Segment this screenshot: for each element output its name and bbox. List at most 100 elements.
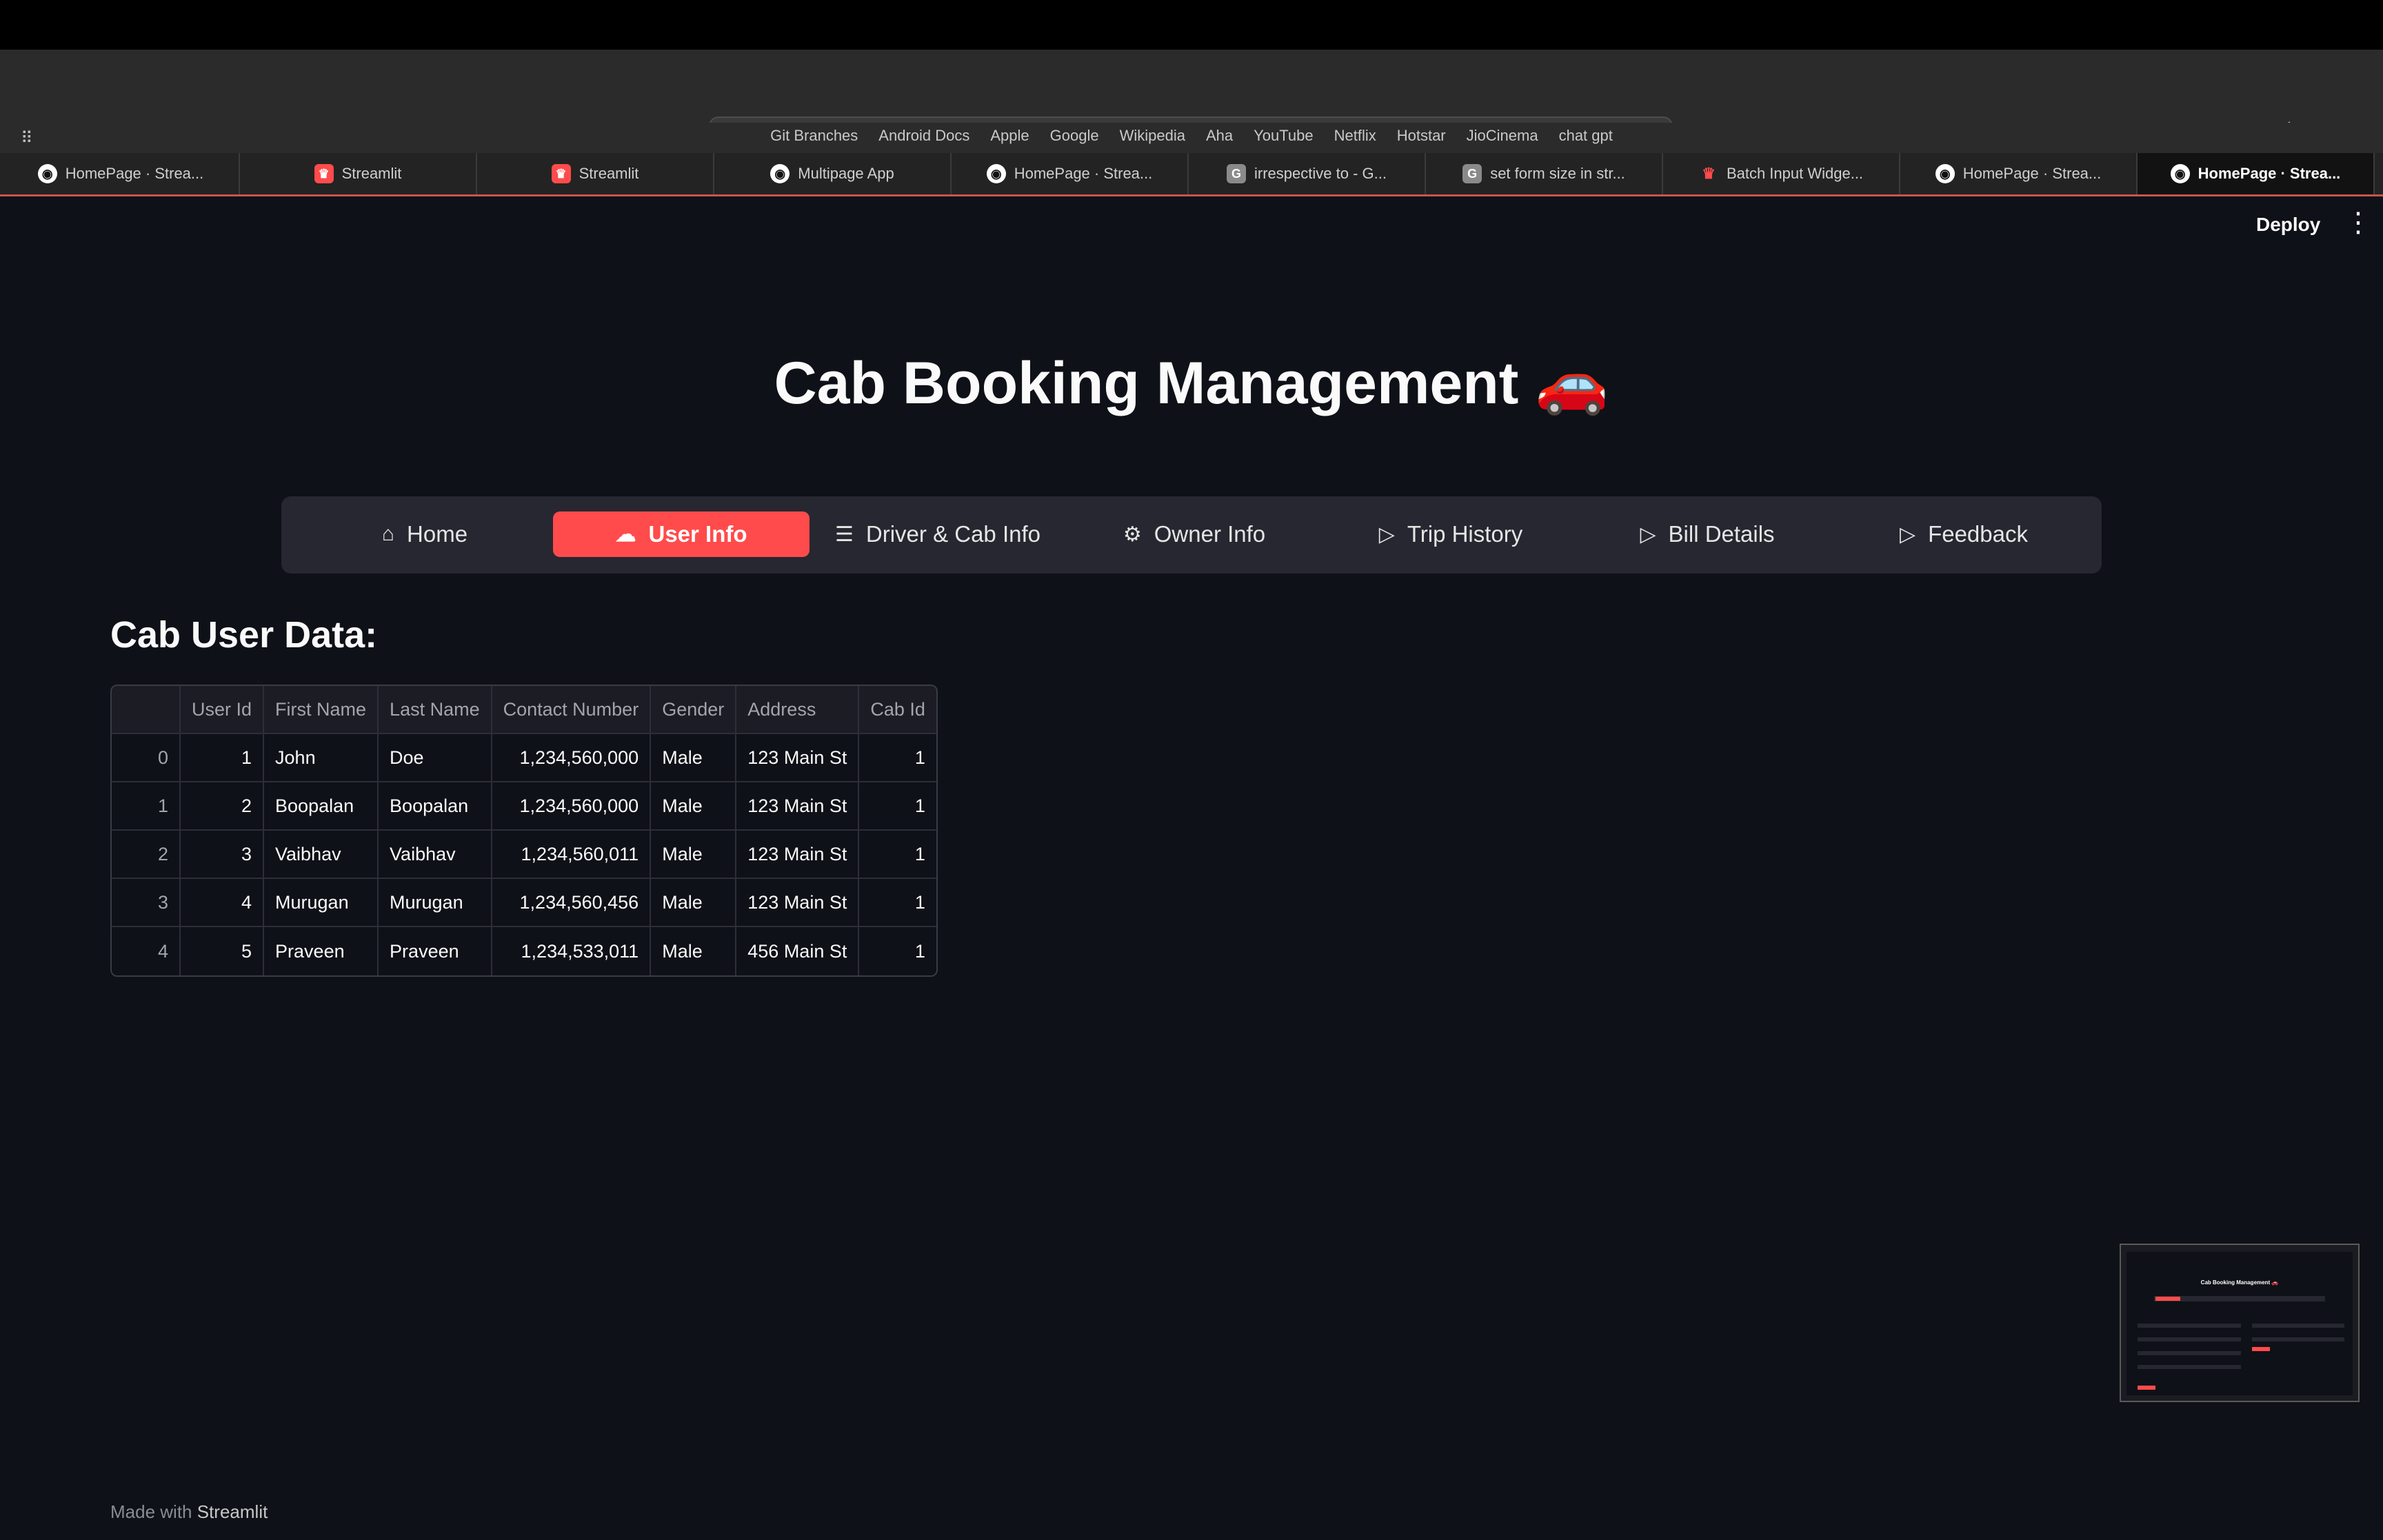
table-cell[interactable]: Vaibhav xyxy=(264,831,379,879)
github-icon: ◉ xyxy=(2170,164,2190,183)
table-row[interactable]: 3 4 Murugan Murugan 1,234,560,456 Male 123 Mai… xyxy=(112,879,936,927)
column-header-user-id[interactable]: User Id xyxy=(181,686,265,734)
bookmark-list: Git Branches Android Docs Apple Google Wikip… xyxy=(0,127,2383,145)
table-cell[interactable]: 123 Main St xyxy=(736,879,860,927)
tab-label: Batch Input Widge... xyxy=(1726,165,1864,182)
column-header-index[interactable] xyxy=(112,686,181,734)
streamlit-icon: ♛ xyxy=(314,164,334,183)
table-cell[interactable]: 1,234,533,011 xyxy=(492,927,652,975)
row-index-cell[interactable]: 4 xyxy=(112,927,181,975)
browser-tab[interactable]: Girrespective to - G... xyxy=(1189,153,1426,194)
table-cell[interactable]: Male xyxy=(651,782,737,831)
bookmark-item[interactable]: Apple xyxy=(990,127,1029,145)
github-icon: ◉ xyxy=(37,164,57,183)
table-cell[interactable]: 123 Main St xyxy=(736,782,860,831)
table-cell[interactable]: Vaibhav xyxy=(379,831,492,879)
footer-streamlit-link[interactable]: Streamlit xyxy=(197,1501,268,1522)
nav-label: Home xyxy=(407,521,468,547)
thumbnail-field xyxy=(2252,1337,2344,1341)
table-cell[interactable]: 4 xyxy=(181,879,265,927)
table-cell[interactable]: 123 Main St xyxy=(736,831,860,879)
table-cell[interactable]: 123 Main St xyxy=(736,734,860,782)
column-header-address[interactable]: Address xyxy=(736,686,860,734)
nav-feedback[interactable]: ▷ Feedback xyxy=(1836,511,2092,557)
bookmark-item[interactable]: Aha xyxy=(1206,127,1233,145)
table-cell[interactable]: 1,234,560,011 xyxy=(492,831,652,879)
table-row[interactable]: 2 3 Vaibhav Vaibhav 1,234,560,011 Male 123 Mai… xyxy=(112,831,936,879)
table-cell[interactable]: 1 xyxy=(859,734,936,782)
browser-tab[interactable]: ◉ HomePage · Strea... xyxy=(952,153,1189,194)
bookmark-item[interactable]: YouTube xyxy=(1254,127,1313,145)
table-cell[interactable]: John xyxy=(264,734,379,782)
nav-owner-info[interactable]: ⚙ Owner Info xyxy=(1066,511,1323,557)
nav-bill-details[interactable]: ▷ Bill Details xyxy=(1579,511,1836,557)
table-cell[interactable]: Praveen xyxy=(264,927,379,975)
bookmark-item[interactable]: Git Branches xyxy=(770,127,858,145)
table-cell[interactable]: Boopalan xyxy=(379,782,492,831)
bookmark-item[interactable]: Google xyxy=(1050,127,1099,145)
bookmark-item[interactable]: Netflix xyxy=(1334,127,1376,145)
browser-tab[interactable]: ◉ Multipage App xyxy=(714,153,952,194)
crown-icon: ♛ xyxy=(1702,165,1716,182)
column-header-gender[interactable]: Gender xyxy=(651,686,737,734)
table-cell[interactable]: Murugan xyxy=(264,879,379,927)
github-icon: ◉ xyxy=(986,164,1006,183)
table-row[interactable]: 0 1 John Doe 1,234,560,000 Male 123 Main St 1 xyxy=(112,734,936,782)
bookmark-item[interactable]: Android Docs xyxy=(878,127,969,145)
column-header-cab-id[interactable]: Cab Id xyxy=(859,686,936,734)
table-cell[interactable]: Boopalan xyxy=(264,782,379,831)
browser-tab[interactable]: ◉ HomePage · Strea... xyxy=(1900,153,2138,194)
tab-label: HomePage · Strea... xyxy=(2198,165,2341,182)
table-cell[interactable]: 1,234,560,456 xyxy=(492,879,652,927)
table-row[interactable]: 4 5 Praveen Praveen 1,234,533,011 Male 456 Mai… xyxy=(112,927,936,975)
streamlit-icon: ♛ xyxy=(551,164,571,183)
table-cell[interactable]: 5 xyxy=(181,927,265,975)
table-cell[interactable]: 1 xyxy=(859,831,936,879)
window-preview-thumbnail[interactable]: Cab Booking Management 🚗 xyxy=(2120,1244,2360,1402)
table-cell[interactable]: 3 xyxy=(181,831,265,879)
table-cell[interactable]: Male xyxy=(651,879,737,927)
column-header-first-name[interactable]: First Name xyxy=(264,686,379,734)
bookmark-item[interactable]: Hotstar xyxy=(1397,127,1446,145)
table-cell[interactable]: 1,234,560,000 xyxy=(492,734,652,782)
table-cell[interactable]: 1 xyxy=(859,782,936,831)
tab-label: irrespective to - G... xyxy=(1254,165,1387,182)
nav-user-info[interactable]: ☁ User Info xyxy=(553,511,810,557)
bookmark-item[interactable]: chat gpt xyxy=(1559,127,1613,145)
row-index-cell[interactable]: 3 xyxy=(112,879,181,927)
table-cell[interactable]: Praveen xyxy=(379,927,492,975)
table-cell[interactable]: 456 Main St xyxy=(736,927,860,975)
table-cell[interactable]: Male xyxy=(651,927,737,975)
column-header-last-name[interactable]: Last Name xyxy=(379,686,492,734)
browser-tab[interactable]: Gset form size in str... xyxy=(1426,153,1663,194)
row-index-cell[interactable]: 0 xyxy=(112,734,181,782)
browser-tab[interactable]: ◉ HomePage · Strea... xyxy=(3,153,240,194)
table-row[interactable]: 1 2 Boopalan Boopalan 1,234,560,000 Male 123 M… xyxy=(112,782,936,831)
table-cell[interactable]: Murugan xyxy=(379,879,492,927)
table-cell[interactable]: Doe xyxy=(379,734,492,782)
deploy-button[interactable]: Deploy xyxy=(2256,214,2320,236)
thumbnail-active-nav xyxy=(2155,1297,2180,1301)
browser-tab[interactable]: ◉ HomePage · Strea... xyxy=(2138,153,2375,194)
nav-trip-history[interactable]: ▷ Trip History xyxy=(1323,511,1579,557)
user-data-table[interactable]: User Id First Name Last Name Contact Num… xyxy=(110,685,938,977)
browser-tab[interactable]: ♛ Batch Input Widge... xyxy=(1663,153,1900,194)
browser-tab[interactable]: ♛ Streamlit xyxy=(477,153,714,194)
bookmark-item[interactable]: JioCinema xyxy=(1467,127,1538,145)
table-cell[interactable]: 1 xyxy=(859,879,936,927)
nav-driver-cab-info[interactable]: ☰ Driver & Cab Info xyxy=(810,511,1066,557)
bookmark-item[interactable]: Wikipedia xyxy=(1120,127,1185,145)
table-cell[interactable]: 2 xyxy=(181,782,265,831)
table-cell[interactable]: 1,234,560,000 xyxy=(492,782,652,831)
row-index-cell[interactable]: 2 xyxy=(112,831,181,879)
nav-home[interactable]: ⌂ Home xyxy=(296,511,553,557)
row-index-cell[interactable]: 1 xyxy=(112,782,181,831)
table-cell[interactable]: 1 xyxy=(859,927,936,975)
table-cell[interactable]: Male xyxy=(651,734,737,782)
table-cell[interactable]: 1 xyxy=(181,734,265,782)
main-menu-icon[interactable]: ⋮ xyxy=(2344,207,2372,239)
table-cell[interactable]: Male xyxy=(651,831,737,879)
column-header-contact-number[interactable]: Contact Number xyxy=(492,686,652,734)
cloud-upload-icon: ☁ xyxy=(615,523,636,546)
browser-tab[interactable]: ♛ Streamlit xyxy=(240,153,477,194)
